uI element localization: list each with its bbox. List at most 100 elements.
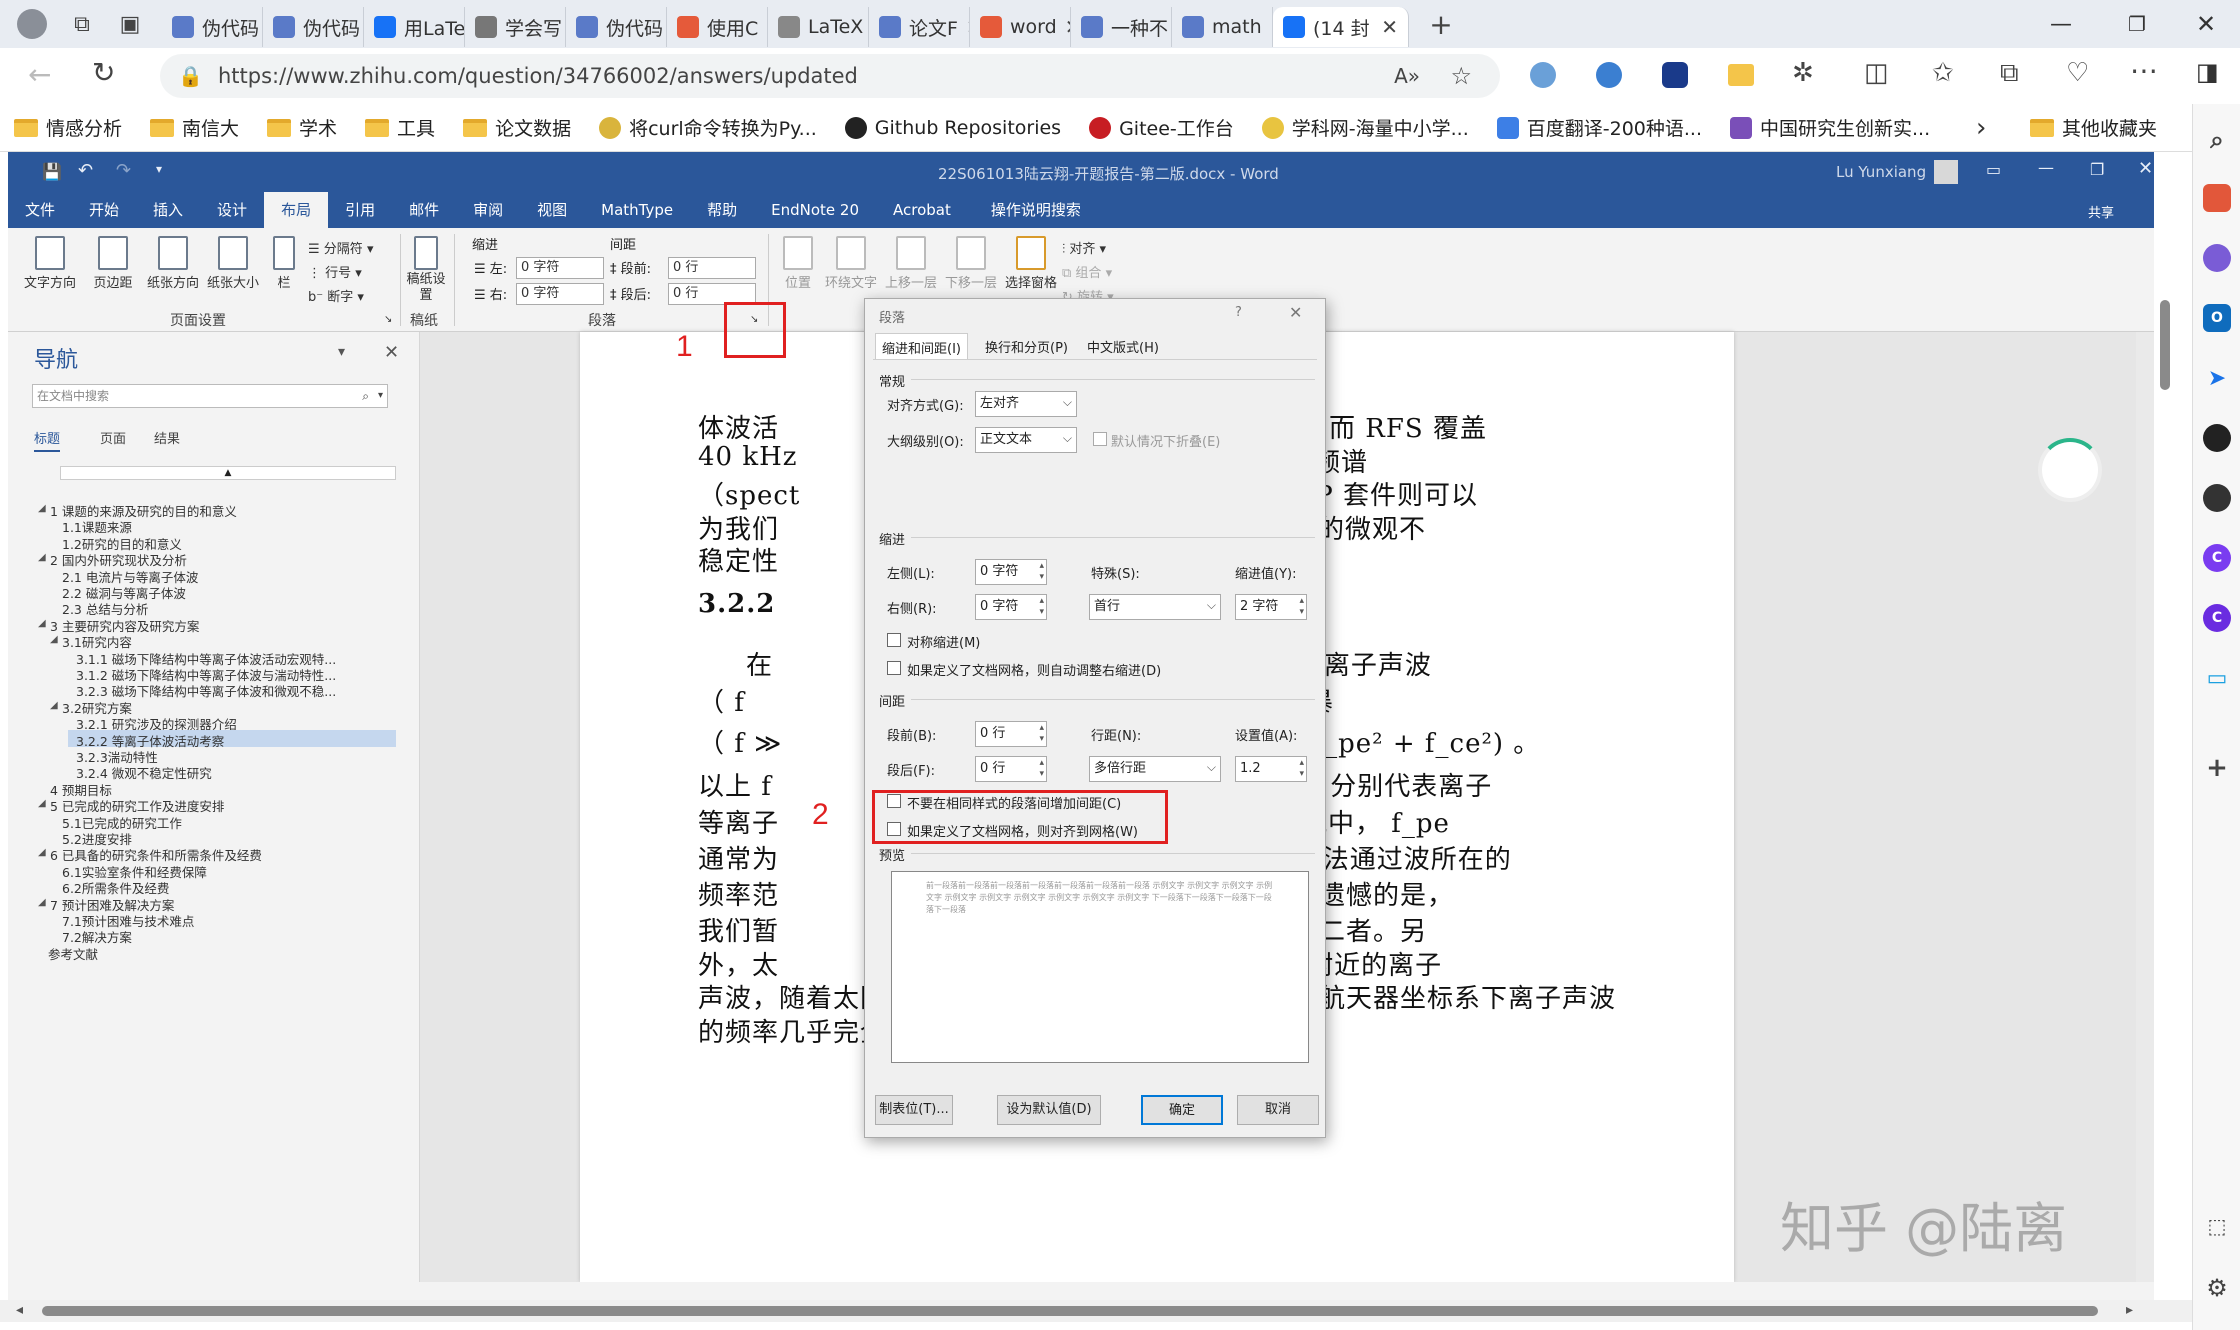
bookmark-link[interactable]: 学科网-海量中小学... bbox=[1248, 114, 1483, 141]
nav-options-chevron-icon[interactable]: ▾ bbox=[338, 344, 345, 360]
dialog-help-button[interactable]: ? bbox=[1235, 305, 1242, 320]
outlook-icon[interactable]: O bbox=[2203, 304, 2231, 332]
settings-gear-icon[interactable]: ⚙ bbox=[2203, 1274, 2231, 1302]
tools-briefcase-icon[interactable] bbox=[2203, 184, 2231, 212]
spacing-before-input[interactable]: 0 行 bbox=[668, 257, 756, 279]
extension-icon-3[interactable] bbox=[1662, 62, 1688, 88]
bookmark-folder[interactable]: 论文数据 bbox=[449, 114, 585, 141]
indent-left-input[interactable]: 0 字符 bbox=[516, 257, 604, 279]
bookmark-folder[interactable]: 学术 bbox=[253, 114, 351, 141]
collections-icon[interactable]: ⧉ bbox=[2000, 58, 2019, 89]
nav-heading-item[interactable]: 参考文献 bbox=[48, 944, 98, 963]
hyphenation-button[interactable]: b⁻ 断字 ▾ bbox=[308, 286, 364, 305]
nav-scroll-up-bar[interactable]: ▲ bbox=[60, 466, 396, 480]
alignment-select[interactable]: 左对齐 bbox=[975, 390, 1077, 417]
read-aloud-icon[interactable]: A» bbox=[1394, 64, 1420, 88]
user-name[interactable]: Lu Yunxiang bbox=[1836, 163, 1926, 181]
nav-search-input[interactable]: 在文档中搜索 ⌕ ▾ bbox=[32, 384, 388, 408]
tab-indents-spacing[interactable]: 缩进和间距(I) bbox=[875, 333, 968, 359]
vertical-tabs-icon[interactable]: ▣ bbox=[110, 12, 150, 37]
sidebar-toggle-icon[interactable]: ◨ bbox=[2196, 58, 2219, 86]
scroll-thumb[interactable] bbox=[42, 1306, 2098, 1316]
draft-paper-button[interactable]: 稿纸设置 bbox=[406, 236, 446, 304]
browser-tab[interactable]: 伪代码✕ bbox=[566, 7, 667, 47]
redo-icon[interactable]: ↷ bbox=[116, 160, 131, 181]
nav-close-icon[interactable]: ✕ bbox=[384, 342, 399, 363]
orientation-button[interactable]: 纸张方向 bbox=[144, 236, 202, 291]
scroll-left-arrow-icon[interactable]: ◂ bbox=[16, 1302, 23, 1318]
expand-arrow-icon[interactable]: ◢ bbox=[38, 897, 46, 908]
browser-tab[interactable]: 使用C✕ bbox=[667, 7, 768, 47]
collapse-checkbox[interactable] bbox=[1093, 432, 1107, 446]
text-direction-button[interactable]: 文字方向 bbox=[22, 236, 78, 291]
align-button[interactable]: ⫶ 对齐 ▾ bbox=[1062, 238, 1106, 257]
word-tab[interactable]: 邮件 bbox=[392, 192, 456, 228]
bookmark-link[interactable]: Gitee-工作台 bbox=[1075, 114, 1248, 141]
minimize-button[interactable]: — bbox=[2050, 12, 2072, 37]
quick-access-dropdown-icon[interactable]: ▾ bbox=[156, 162, 162, 176]
left-indent-input[interactable]: 0 字符 bbox=[975, 559, 1047, 585]
dialog-close-button[interactable]: ✕ bbox=[1289, 303, 1302, 322]
scroll-right-arrow-icon[interactable]: ▸ bbox=[2126, 1302, 2133, 1318]
copilot-icon[interactable] bbox=[2203, 244, 2231, 272]
size-button[interactable]: 纸张大小 bbox=[204, 236, 262, 291]
outline-level-select[interactable]: 正文文本 bbox=[975, 426, 1077, 453]
new-tab-button[interactable]: + bbox=[1419, 8, 1463, 41]
collections-folder-icon[interactable] bbox=[1728, 64, 1754, 86]
ok-button[interactable]: 确定 bbox=[1141, 1095, 1223, 1125]
undo-icon[interactable]: ↶ bbox=[78, 160, 93, 181]
send-backward-button[interactable]: 下移一层 bbox=[942, 236, 1000, 291]
space-before-input[interactable]: 0 行 bbox=[975, 721, 1047, 747]
bilibili-icon[interactable]: ▭ bbox=[2203, 664, 2231, 692]
restore-button[interactable]: ❐ bbox=[2128, 12, 2146, 36]
word-tab[interactable]: 开始 bbox=[72, 192, 136, 228]
browser-tab[interactable]: 伪代码✕ bbox=[263, 7, 364, 47]
split-screen-icon[interactable]: ◫ bbox=[1864, 58, 1889, 88]
word-tab[interactable]: 操作说明搜索 bbox=[974, 192, 1098, 228]
bring-forward-button[interactable]: 上移一层 bbox=[882, 236, 940, 291]
word-tab[interactable]: 视图 bbox=[520, 192, 584, 228]
wrap-text-button[interactable]: 环绕文字 bbox=[822, 236, 880, 291]
expand-arrow-icon[interactable]: ◢ bbox=[38, 503, 46, 514]
back-button[interactable]: ← bbox=[28, 58, 51, 91]
screenshot-icon[interactable]: ⬚ bbox=[2203, 1212, 2231, 1240]
other-bookmarks-folder[interactable]: 其他收藏夹 bbox=[2016, 114, 2171, 141]
indent-by-input[interactable]: 2 字符 bbox=[1235, 594, 1307, 620]
expand-arrow-icon[interactable]: ◢ bbox=[50, 700, 58, 711]
extensions-puzzle-icon[interactable]: ✲ bbox=[1792, 58, 1814, 88]
right-indent-input[interactable]: 0 字符 bbox=[975, 594, 1047, 620]
expand-arrow-icon[interactable]: ◢ bbox=[38, 552, 46, 563]
extension-icon-2[interactable] bbox=[1596, 62, 1622, 88]
browser-essentials-icon[interactable]: ♡ bbox=[2066, 58, 2089, 88]
special-indent-select[interactable]: 首行 bbox=[1089, 593, 1221, 620]
bookmark-link[interactable]: Github Repositories bbox=[831, 116, 1075, 139]
ribbon-display-options-icon[interactable]: ▭ bbox=[1986, 160, 2001, 179]
word-tab[interactable]: 审阅 bbox=[456, 192, 520, 228]
bookmark-folder[interactable]: 情感分析 bbox=[0, 114, 136, 141]
breaks-button[interactable]: ☰ 分隔符 ▾ bbox=[308, 238, 373, 257]
bookmark-link[interactable]: 将curl命令转换为Py... bbox=[585, 114, 831, 141]
save-icon[interactable]: 💾 bbox=[42, 162, 62, 181]
expand-arrow-icon[interactable]: ◢ bbox=[50, 634, 58, 645]
browser-tab[interactable]: 学会写✕ bbox=[465, 7, 566, 47]
word-tab[interactable]: 设计 bbox=[200, 192, 264, 228]
c-app-icon[interactable]: C bbox=[2203, 544, 2231, 572]
browser-tab[interactable]: 用LaTeX✕ bbox=[364, 7, 465, 47]
expand-arrow-icon[interactable]: ◢ bbox=[38, 798, 46, 809]
browser-tab[interactable]: math✕ bbox=[1172, 7, 1273, 47]
word-tab[interactable]: EndNote 20 bbox=[754, 192, 876, 228]
selection-pane-button[interactable]: 选择窗格 bbox=[1002, 236, 1060, 291]
search-icon[interactable]: ⌕ bbox=[2203, 126, 2231, 154]
cancel-button[interactable]: 取消 bbox=[1237, 1095, 1319, 1125]
indent-right-input[interactable]: 0 字符 bbox=[516, 283, 604, 305]
bookmark-folder[interactable]: 南信大 bbox=[136, 114, 253, 141]
expand-arrow-icon[interactable]: ◢ bbox=[38, 618, 46, 629]
columns-button[interactable]: 栏 bbox=[266, 236, 302, 291]
word-tab[interactable]: Acrobat bbox=[876, 192, 968, 228]
browser-tab[interactable]: LaTeX✕ bbox=[768, 7, 869, 47]
page-vertical-scroll-thumb[interactable] bbox=[2160, 300, 2170, 390]
browser-tab[interactable]: 论文F✕ bbox=[869, 7, 970, 47]
address-bar[interactable]: 🔒 https://www.zhihu.com/question/3476600… bbox=[160, 54, 1500, 98]
more-menu-icon[interactable]: ⋯ bbox=[2130, 54, 2158, 87]
search-icon[interactable]: ⌕ bbox=[362, 385, 369, 407]
